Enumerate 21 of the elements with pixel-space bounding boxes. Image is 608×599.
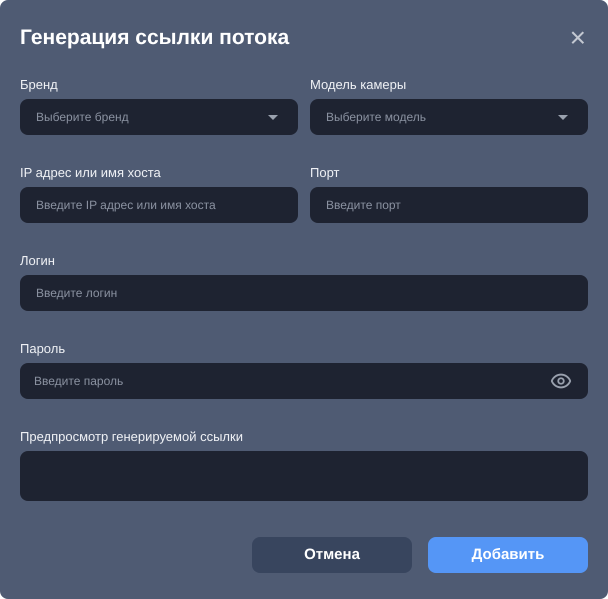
- dialog-title: Генерация ссылки потока: [20, 25, 290, 51]
- caret-icon: [558, 114, 568, 120]
- field-label: Предпросмотр генерируемой ссылки: [20, 428, 244, 445]
- field-label: Пароль: [20, 340, 66, 357]
- caret-icon: [268, 114, 278, 120]
- input-field[interactable]: Введите IP адрес или имя хоста: [20, 187, 298, 223]
- select-placeholder: Выберите модель: [326, 109, 426, 126]
- select-placeholder: Выберите бренд: [36, 109, 129, 126]
- select-field[interactable]: Выберите бренд: [20, 99, 298, 135]
- field-label: Логин: [20, 252, 56, 269]
- add-button[interactable]: Добавить: [428, 537, 588, 573]
- field-label: Порт: [310, 164, 340, 181]
- select-field[interactable]: Выберите модель: [310, 99, 588, 135]
- field-label: IP адрес или имя хоста: [20, 164, 162, 181]
- cancel-button[interactable]: Отмена: [252, 537, 412, 573]
- password-field[interactable]: Введите пароль: [20, 363, 588, 399]
- input-field[interactable]: Введите логин: [20, 275, 588, 311]
- field-label: Бренд: [20, 76, 59, 93]
- input-field[interactable]: Введите порт: [310, 187, 588, 223]
- close-button[interactable]: ×: [570, 24, 586, 52]
- field-label: Модель камеры: [310, 76, 408, 93]
